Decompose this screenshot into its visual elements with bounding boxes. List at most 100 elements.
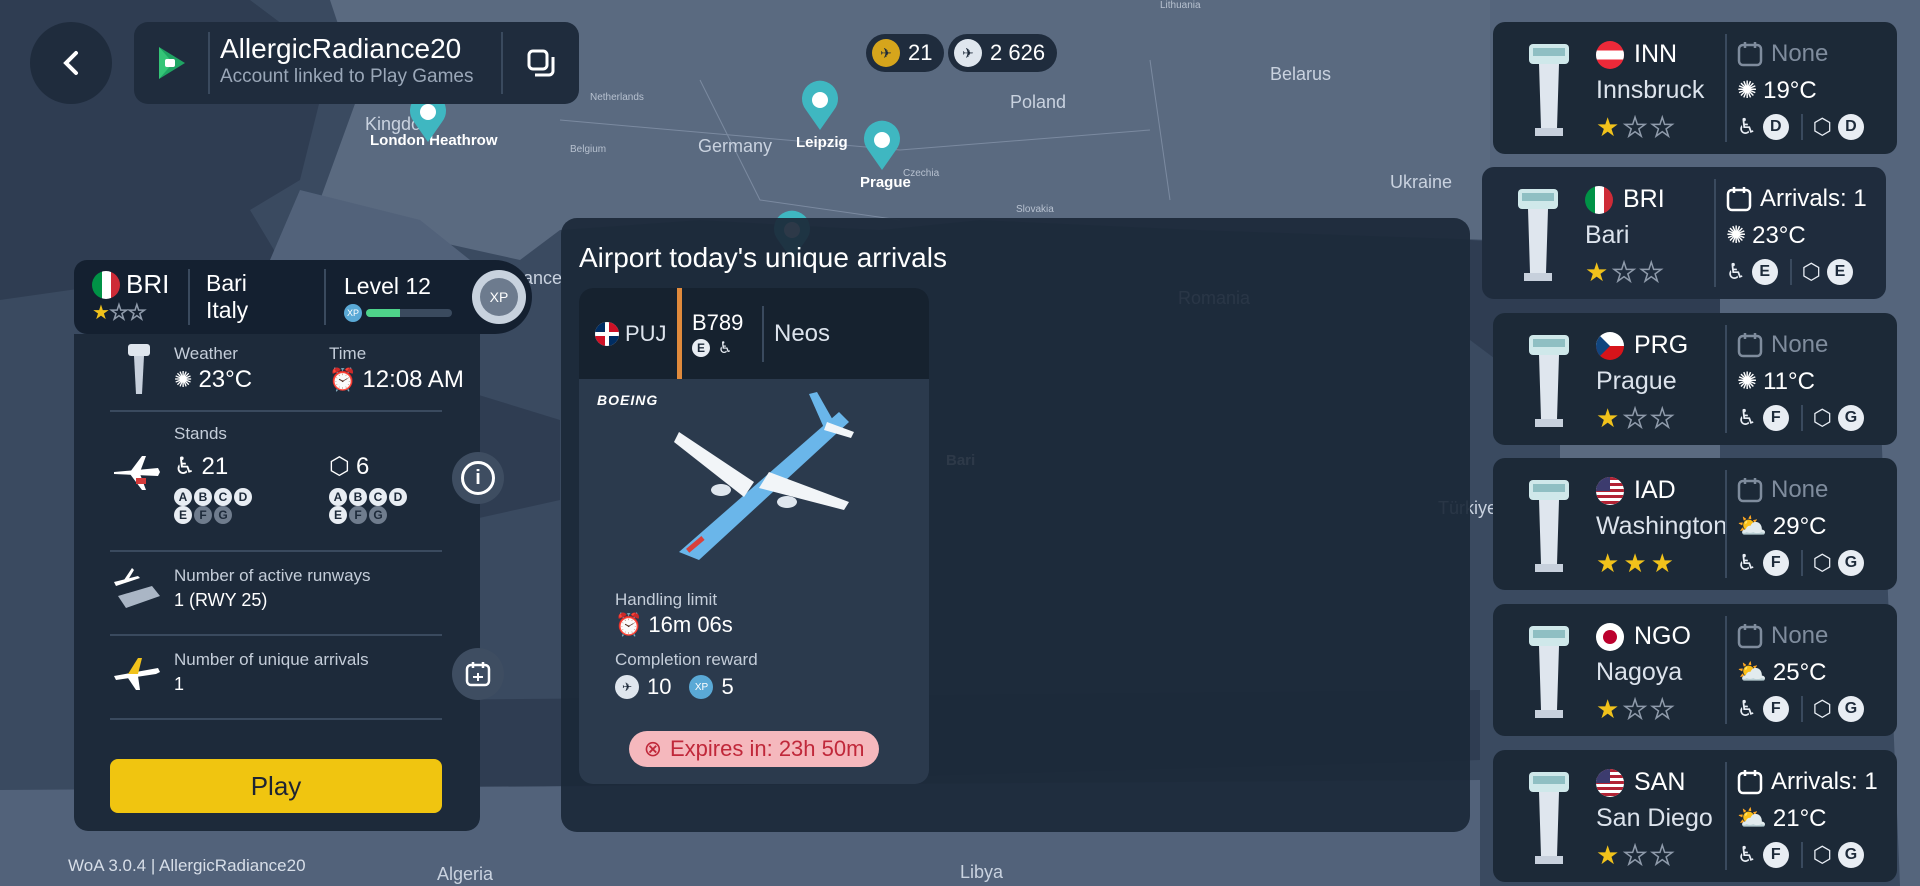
airport-pin-icon[interactable] — [798, 80, 842, 132]
airport-card-san[interactable]: SAN San Diego ★ ★ ★ Arrivals: 1 ⛅ 21°C ♿ F ⬡ G — [1493, 750, 1897, 882]
map-label: Poland — [1010, 92, 1067, 112]
airport-card-ngo[interactable]: NGO Nagoya ★ ★ ★ None ⛅ 25°C ♿ F ⬡ G — [1493, 604, 1897, 736]
passenger-seat-icon: ♿ — [1737, 114, 1757, 139]
manufacturer-logo: BOEING — [597, 392, 659, 408]
map-label: Belarus — [1270, 64, 1332, 84]
cargo-class-badge: G — [1837, 550, 1864, 576]
arrivals-calendar-button[interactable] — [452, 648, 504, 700]
coin-icon: ✈ — [872, 39, 900, 67]
calendar-icon — [1737, 333, 1763, 358]
runways-label: Number of active runways — [174, 566, 371, 585]
arrivals-status: Arrivals: 1 — [1737, 768, 1878, 796]
xp-icon: XP — [689, 675, 714, 699]
gate-class-badge: G — [214, 506, 232, 524]
capacity-row: ♿ E ⬡ E — [1726, 259, 1855, 285]
star-icon: ★ — [1596, 112, 1620, 142]
runway-icon — [114, 568, 160, 608]
time-value: 12:08 AM — [362, 366, 464, 393]
star-icon: ★ — [109, 301, 128, 325]
star-icon: ★ — [1650, 839, 1675, 871]
account-name: AllergicRadiance20 — [220, 33, 462, 64]
divider — [1725, 325, 1727, 433]
airport-code: SAN — [1634, 768, 1686, 796]
airport-city: Bari — [206, 270, 247, 296]
airport-code: BRI — [1623, 185, 1665, 213]
account-card[interactable]: AllergicRadiance20 Account linked to Pla… — [134, 22, 579, 104]
star-icon: ★ — [1596, 403, 1620, 433]
airport-card-bri[interactable]: BRI Bari ★ ★ ★ Arrivals: 1 ✺ 23°C ♿ E ⬡ E — [1482, 167, 1886, 299]
copy-button[interactable] — [501, 32, 579, 94]
star-icon: ★ — [1623, 839, 1648, 871]
info-button[interactable]: i — [452, 452, 504, 504]
star-icon: ★ — [1623, 548, 1647, 578]
map-label: Czechia — [903, 168, 940, 179]
sun-icon: ✺ — [1737, 368, 1758, 395]
xp-button[interactable]: XP — [472, 270, 526, 324]
airport-code-row: BRI — [1585, 185, 1665, 214]
passenger-seat-icon: ♿ — [1726, 259, 1746, 284]
divider — [110, 550, 442, 552]
handling-limit-value: 16m 06s — [648, 612, 733, 637]
italy-flag-icon — [1585, 185, 1613, 214]
star-icon: ★ — [1650, 111, 1675, 143]
weather-row: ✺ 19°C — [1737, 76, 1817, 105]
play-games-icon — [134, 22, 208, 104]
star-icon: ★ — [1612, 256, 1637, 288]
back-button[interactable] — [30, 22, 112, 104]
arriving-plane-icon — [114, 658, 160, 690]
divider — [1725, 34, 1727, 142]
unique-arrivals-label: Number of unique arrivals — [174, 650, 369, 669]
airport-pin-icon[interactable] — [860, 120, 904, 172]
map-label: Leipzig — [796, 134, 848, 151]
airport-code: NGO — [1634, 622, 1691, 650]
airport-code: IAD — [1634, 476, 1676, 504]
airport-city: Nagoya — [1596, 658, 1683, 686]
map-label: Germany — [698, 136, 773, 156]
star-icon: ★ — [1623, 111, 1648, 143]
account-info: AllergicRadiance20 Account linked to Pla… — [208, 32, 501, 94]
airport-header[interactable]: BRI ★★★ Bari Italy Level 12 XP XP — [74, 260, 532, 334]
airport-stars: ★★★ — [1596, 402, 1678, 434]
star-icon: ★ — [1596, 548, 1620, 578]
star-icon: ★ — [1650, 402, 1675, 434]
play-button[interactable]: Play — [110, 759, 442, 813]
star-icon: ★ — [1585, 257, 1609, 287]
origin-code: PUJ — [625, 320, 667, 346]
plane-coin-counter[interactable]: ✈ 2 626 — [948, 34, 1058, 72]
handling-limit-row: ⏰ 16m 06s — [615, 612, 733, 638]
partly-cloudy-icon: ⛅ — [1737, 805, 1767, 832]
calendar-icon — [1726, 187, 1752, 212]
control-tower-icon — [1529, 44, 1569, 136]
airport-city: Bari — [1585, 221, 1630, 249]
czechia-flag-icon — [1596, 331, 1624, 360]
pax-class-badge: F — [1762, 696, 1789, 722]
weather-row: ✺ 23°C — [1726, 221, 1806, 250]
usa-flag-icon — [1596, 476, 1624, 505]
cargo-class-badge: G — [1837, 405, 1864, 431]
cargo-class-badge: G — [1837, 842, 1864, 868]
weather-label: Weather — [174, 344, 238, 363]
star-icon: ★ — [1596, 840, 1620, 870]
divider — [110, 634, 442, 636]
airport-level: Level 12 — [344, 272, 431, 299]
weather-row: ⛅ 21°C — [1737, 804, 1827, 833]
unique-arrivals-panel: Airport today's unique arrivals PUJ B789… — [561, 218, 1470, 832]
calendar-icon — [1737, 624, 1763, 649]
arrival-card[interactable]: PUJ B789 E ♿ Neos BOEING Handling limit … — [579, 288, 929, 784]
aircraft-type: B789 — [692, 309, 744, 335]
level-progress: XP — [344, 303, 458, 322]
star-icon: ★ — [1650, 548, 1674, 578]
star-icon: ★ — [1639, 256, 1664, 288]
capacity-row: ♿ F ⬡ G — [1737, 550, 1866, 576]
airport-card-prg[interactable]: PRG Prague ★ ★ ★ None ✺ 11°C ♿ F ⬡ G — [1493, 313, 1897, 445]
airport-code: INN — [1634, 40, 1678, 68]
xp-icon: XP — [480, 278, 518, 316]
coin-counter[interactable]: ✈ 21 — [866, 34, 945, 72]
coin-value: 21 — [908, 40, 933, 65]
map-label: Netherlands — [590, 92, 644, 103]
airport-card-inn[interactable]: INN Innsbruck ★ ★ ★ None ✺ 19°C ♿ D ⬡ D — [1493, 22, 1897, 154]
cargo-class-badge: D — [1837, 114, 1864, 140]
airport-stars: ★★★ — [1585, 256, 1667, 288]
austria-flag-icon — [1596, 40, 1624, 69]
airport-card-iad[interactable]: IAD Washington ★ ★ ★ None ⛅ 29°C ♿ F ⬡ G — [1493, 458, 1897, 590]
